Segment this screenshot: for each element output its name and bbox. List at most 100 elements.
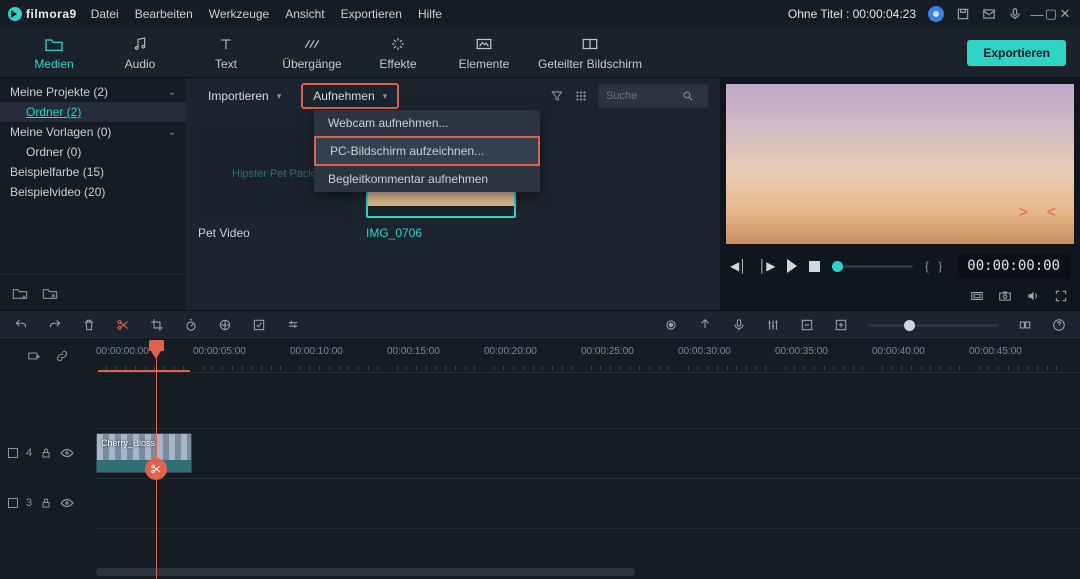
scrollbar-thumb[interactable] [96, 568, 635, 576]
link-icon[interactable] [55, 349, 69, 363]
video-track-icon [8, 498, 18, 508]
timeline-track-headers: 4 3 [0, 340, 96, 579]
chevron-down-icon: ⌄ [168, 127, 176, 138]
mic-title-icon[interactable] [1008, 7, 1022, 21]
export-button[interactable]: Exportieren [967, 40, 1066, 66]
preview-canvas[interactable]: > < [726, 84, 1074, 244]
track-row-3[interactable] [96, 478, 1080, 528]
sidebar-item-folder[interactable]: Ordner (0) [0, 142, 186, 162]
frame-back-button[interactable]: │▶ [759, 259, 776, 273]
sidebar-item-sample-color[interactable]: Beispielfarbe (15) [0, 162, 186, 182]
grid-view-icon[interactable] [574, 89, 588, 103]
mail-icon[interactable] [982, 7, 996, 21]
adjust-icon[interactable] [286, 318, 300, 332]
delete-folder-icon[interactable] [42, 286, 58, 300]
visibility-icon[interactable] [60, 448, 74, 458]
split-icon[interactable] [116, 318, 130, 332]
menu-item-webcam[interactable]: Webcam aufnehmen... [314, 110, 540, 136]
menu-tools[interactable]: Werkzeuge [209, 7, 269, 21]
stop-button[interactable] [809, 261, 820, 272]
zoom-handle[interactable] [904, 320, 915, 331]
timeline-scrollbar[interactable] [96, 567, 1076, 577]
help-icon[interactable] [1052, 318, 1066, 332]
add-track-icon[interactable] [27, 349, 41, 363]
zoom-in-icon[interactable] [834, 318, 848, 332]
tab-elements[interactable]: Elemente [444, 35, 524, 71]
maximize-button[interactable]: ▢ [1044, 6, 1058, 22]
ruler-tick: 00:00:00:00 [96, 346, 149, 357]
media-toolbar: Importieren ▾ Aufnehmen ▾ Webcam aufnehm… [186, 78, 720, 114]
search-input[interactable] [606, 90, 676, 102]
menu-export[interactable]: Exportieren [341, 7, 402, 21]
play-button[interactable] [787, 259, 797, 273]
snapshot-icon[interactable] [998, 289, 1012, 303]
tab-audio[interactable]: Audio [100, 35, 180, 71]
zoom-slider[interactable] [868, 324, 998, 327]
quality-icon[interactable] [970, 289, 984, 303]
menu-edit[interactable]: Bearbeiten [135, 7, 193, 21]
tab-text[interactable]: Text [186, 35, 266, 71]
green-screen-icon[interactable] [252, 318, 266, 332]
visibility-icon[interactable] [60, 498, 74, 508]
zoom-fit-icon[interactable] [1018, 318, 1032, 332]
ruler-tick: 00:00:45:00 [969, 346, 1022, 357]
split-badge-icon[interactable] [145, 458, 167, 480]
search-box[interactable] [598, 84, 708, 108]
app-name: filmora9 [26, 7, 77, 21]
menu-file[interactable]: Datei [91, 7, 119, 21]
mic-icon[interactable] [732, 318, 746, 332]
menu-view[interactable]: Ansicht [285, 7, 324, 21]
mark-in-out[interactable]: { } [925, 259, 945, 273]
speed-icon[interactable] [184, 318, 198, 332]
chevron-down-icon: ▾ [383, 91, 388, 102]
sidebar-item-my-projects[interactable]: Meine Projekte (2) ⌄ [0, 82, 186, 102]
seek-handle[interactable] [832, 261, 843, 272]
fullscreen-icon[interactable] [1054, 289, 1068, 303]
tab-media[interactable]: Medien [14, 35, 94, 71]
volume-icon[interactable] [1026, 289, 1040, 303]
menu-item-voiceover[interactable]: Begleitkommentar aufnehmen [314, 166, 540, 192]
track-row-4[interactable]: Cherry_Bloss [96, 428, 1080, 478]
delete-icon[interactable] [82, 318, 96, 332]
track-header-3[interactable]: 3 [0, 478, 96, 528]
lock-icon[interactable] [40, 447, 52, 459]
record-voiceover-icon[interactable] [664, 318, 678, 332]
timeline-clip[interactable]: Cherry_Bloss [96, 433, 192, 473]
crop-icon[interactable] [150, 318, 164, 332]
track-spacer [96, 372, 1080, 428]
tab-effects[interactable]: Effekte [358, 35, 438, 71]
seek-slider[interactable] [832, 265, 912, 268]
media-name: Pet Video [198, 226, 348, 240]
time-ruler[interactable]: 00:00:00:0000:00:05:0000:00:10:0000:00:1… [96, 340, 1080, 372]
timeline-body[interactable]: 00:00:00:0000:00:05:0000:00:10:0000:00:1… [96, 340, 1080, 579]
tab-split-screen[interactable]: Geteilter Bildschirm [530, 35, 650, 71]
lock-icon[interactable] [40, 497, 52, 509]
new-folder-icon[interactable] [12, 286, 28, 300]
chevron-down-icon: ⌄ [168, 87, 176, 98]
document-title: Ohne Titel : 00:00:04:23 [788, 7, 916, 21]
tab-transitions[interactable]: Übergänge [272, 35, 352, 71]
redo-icon[interactable] [48, 318, 62, 332]
marker-icon[interactable] [698, 318, 712, 332]
menu-item-screen-record[interactable]: PC-Bildschirm aufzeichnen... [314, 136, 540, 166]
thumb-text: Hipster Pet Pack [232, 168, 314, 180]
step-back-button[interactable]: ◀│ [730, 259, 747, 273]
sidebar-item-sample-video[interactable]: Beispielvideo (20) [0, 182, 186, 202]
zoom-out-icon[interactable] [800, 318, 814, 332]
menu-help[interactable]: Hilfe [418, 7, 442, 21]
track-header-4[interactable]: 4 [0, 428, 96, 478]
playhead-handle-icon[interactable] [149, 340, 164, 351]
color-icon[interactable] [218, 318, 232, 332]
mixer-icon[interactable] [766, 318, 780, 332]
filter-icon[interactable] [550, 89, 564, 103]
close-button[interactable]: ✕ [1058, 6, 1072, 22]
undo-icon[interactable] [14, 318, 28, 332]
minimize-button[interactable]: — [1030, 7, 1044, 22]
account-avatar-icon[interactable] [928, 6, 944, 22]
sidebar-item-my-templates[interactable]: Meine Vorlagen (0) ⌄ [0, 122, 186, 142]
save-icon[interactable] [956, 7, 970, 21]
tab-label: Audio [125, 57, 156, 71]
record-dropdown[interactable]: Aufnehmen ▾ [301, 83, 399, 109]
import-dropdown[interactable]: Importieren ▾ [198, 85, 291, 107]
sidebar-item-folder-selected[interactable]: Ordner (2) [0, 102, 186, 122]
